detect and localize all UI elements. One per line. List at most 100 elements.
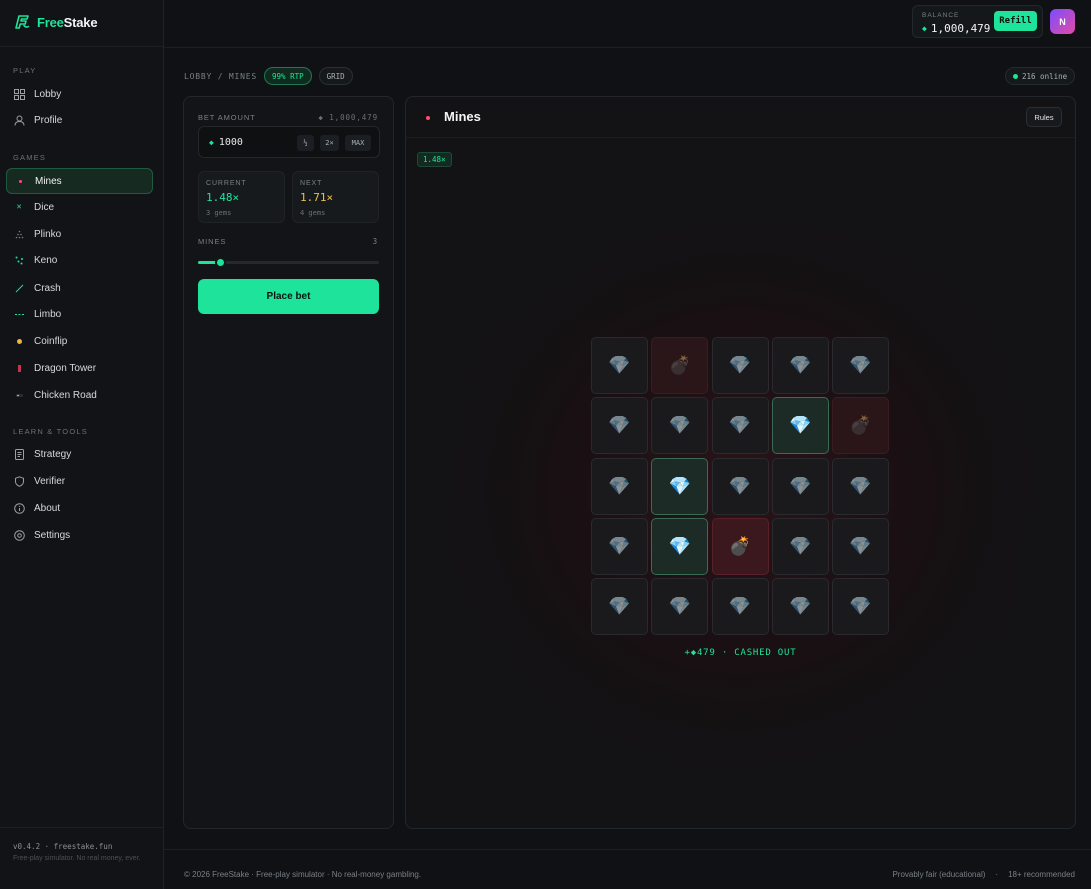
bet-amount-label: BET AMOUNT: [198, 113, 256, 122]
sidebar: FreeStake PLAY Lobby Profile GAMES Mines…: [0, 0, 164, 889]
gem-icon: 💎: [668, 596, 691, 616]
sidebar-item-label: Profile: [34, 114, 63, 126]
gem-icon: 💎: [728, 596, 752, 616]
gem-tile[interactable]: 💎: [591, 457, 648, 515]
mine-dot-icon: [14, 175, 26, 187]
sidebar-item-plinko[interactable]: Plinko: [6, 221, 153, 247]
cashout-status: +◆479 · CASHED OUT: [684, 648, 797, 658]
max-bet-button[interactable]: MAX: [345, 135, 371, 151]
half-bet-button[interactable]: ½: [297, 135, 314, 151]
bet-amount-input[interactable]: ◆ 1000 ½ 2× MAX: [198, 126, 380, 158]
gem-icon: ◆: [922, 24, 927, 33]
sidebar-item-label: Lobby: [34, 88, 62, 100]
sidebar-item-about[interactable]: About: [6, 495, 153, 521]
online-dot-icon: [1013, 73, 1018, 79]
logo[interactable]: FreeStake: [13, 12, 98, 32]
plinko-icon: [13, 228, 25, 240]
logo-text-free: Free: [37, 14, 64, 30]
gem-tile[interactable]: 💎: [711, 457, 769, 515]
footer-separator: ·: [995, 870, 999, 879]
logo-mark-icon: [15, 15, 30, 29]
breadcrumb-path[interactable]: LOBBY / MINES: [184, 72, 257, 81]
current-multiplier-card: CURRENT 1.48× 3 gems: [198, 171, 285, 223]
current-label: CURRENT: [206, 180, 247, 187]
next-multiplier-value: 1.71×: [300, 191, 334, 204]
balance-widget: BALANCE ◆ 1,000,479 Refill: [912, 5, 1043, 38]
mines-game-board: Mines Rules 1.48× 💎 💣 💎 💎 💎 💎 💎 💎 💎 💣 💎 💎 💎 💎 💎 💎 💎 💣 💎 💎 💎 💎…: [405, 96, 1076, 829]
sidebar-item-keno[interactable]: Keno: [6, 247, 153, 273]
gem-tile[interactable]: 💎: [591, 578, 648, 635]
sidebar-item-mines[interactable]: Mines: [6, 168, 153, 194]
crash-icon: [13, 282, 25, 294]
gem-tile[interactable]: 💎: [771, 337, 829, 394]
topbar: BALANCE ◆ 1,000,479 Refill N: [164, 0, 1091, 48]
bomb-tile[interactable]: 💣: [651, 337, 709, 394]
gem-tile[interactable]: 💎: [771, 457, 829, 515]
balance-value: ◆ 1,000,479: [922, 22, 990, 35]
refill-button[interactable]: Refill: [994, 11, 1037, 31]
sidebar-item-settings[interactable]: Settings: [6, 522, 153, 548]
next-gems-count: 4 gems: [300, 209, 326, 217]
mines-grid: 💎 💣 💎 💎 💎 💎 💎 💎 💎 💣 💎 💎 💎 💎 💎 💎 💎 💣 💎 💎 💎 💎 💎 💎 💎: [591, 337, 891, 637]
footer-provably-fair-link[interactable]: Provably fair (educational): [892, 870, 985, 879]
bomb-tile[interactable]: 💣: [832, 397, 889, 455]
sidebar-item-label: Crash: [34, 282, 61, 294]
gem-icon: 💎: [728, 355, 752, 375]
gem-tile-revealed[interactable]: 💎: [771, 397, 829, 455]
gem-tile[interactable]: 💎: [591, 517, 648, 575]
gem-icon: ◆: [209, 138, 214, 147]
gem-icon: 💎: [668, 535, 691, 556]
sidebar-item-label: Mines: [35, 175, 62, 187]
gem-tile[interactable]: 💎: [832, 337, 889, 394]
user-icon: [13, 114, 25, 126]
sidebar-item-dice[interactable]: ✕ Dice: [6, 194, 153, 220]
gem-icon: 💎: [849, 596, 872, 616]
gem-tile[interactable]: 💎: [651, 578, 709, 635]
sidebar-item-label: Coinflip: [34, 335, 68, 347]
gem-tile[interactable]: 💎: [711, 337, 769, 394]
gem-tile[interactable]: 💎: [771, 578, 829, 635]
dice-icon: ✕: [16, 204, 22, 211]
gem-tile[interactable]: 💎: [832, 578, 889, 635]
sidebar-item-profile[interactable]: Profile: [6, 107, 153, 133]
place-bet-button[interactable]: Place bet: [198, 279, 379, 314]
sidebar-item-label: Dragon Tower: [34, 362, 97, 374]
sidebar-item-dragon-tower[interactable]: Dragon Tower: [6, 355, 153, 381]
mines-slider-thumb[interactable]: [214, 257, 226, 268]
gem-tile[interactable]: 💎: [832, 517, 889, 575]
gem-icon: 💎: [789, 535, 812, 556]
gem-tile[interactable]: 💎: [651, 397, 709, 455]
avatar[interactable]: N: [1050, 9, 1075, 34]
sidebar-item-label: Plinko: [34, 228, 62, 240]
rules-button[interactable]: Rules: [1026, 107, 1062, 127]
gem-icon: 💎: [608, 415, 631, 436]
current-multiplier-value: 1.48×: [206, 191, 240, 204]
mines-label: MINES: [198, 237, 227, 246]
gem-tile[interactable]: 💎: [591, 397, 648, 455]
gem-icon: 💎: [608, 596, 631, 616]
gem-tile-revealed[interactable]: 💎: [651, 457, 709, 515]
gem-tile[interactable]: 💎: [832, 457, 889, 515]
mode-badge: GRID: [318, 67, 353, 85]
sidebar-item-strategy[interactable]: Strategy: [6, 441, 153, 467]
sidebar-item-limbo[interactable]: Limbo: [6, 301, 153, 327]
sidebar-item-verifier[interactable]: Verifier: [6, 468, 153, 494]
bomb-icon: 💣: [728, 535, 752, 556]
double-bet-button[interactable]: 2×: [320, 135, 339, 151]
section-label-play: PLAY: [13, 66, 37, 75]
mines-slider[interactable]: [198, 257, 379, 268]
gem-tile[interactable]: 💎: [591, 337, 648, 394]
gem-tile[interactable]: 💎: [771, 517, 829, 575]
online-count: 216 online: [1022, 71, 1068, 81]
gem-tile[interactable]: 💎: [711, 397, 769, 455]
footer-copyright: © 2026 FreeStake · Free-play simulator ·…: [184, 870, 422, 879]
sidebar-item-coinflip[interactable]: Coinflip: [6, 328, 153, 354]
bomb-tile-hit[interactable]: 💣: [711, 517, 769, 575]
sidebar-item-lobby[interactable]: Lobby: [6, 81, 153, 107]
gem-icon: 💎: [728, 415, 752, 436]
sidebar-item-chicken-road[interactable]: Chicken Road: [6, 382, 153, 408]
sidebar-item-crash[interactable]: Crash: [6, 275, 153, 301]
grid-icon: [13, 88, 25, 100]
gem-tile-revealed[interactable]: 💎: [651, 517, 709, 575]
gem-tile[interactable]: 💎: [711, 578, 769, 635]
